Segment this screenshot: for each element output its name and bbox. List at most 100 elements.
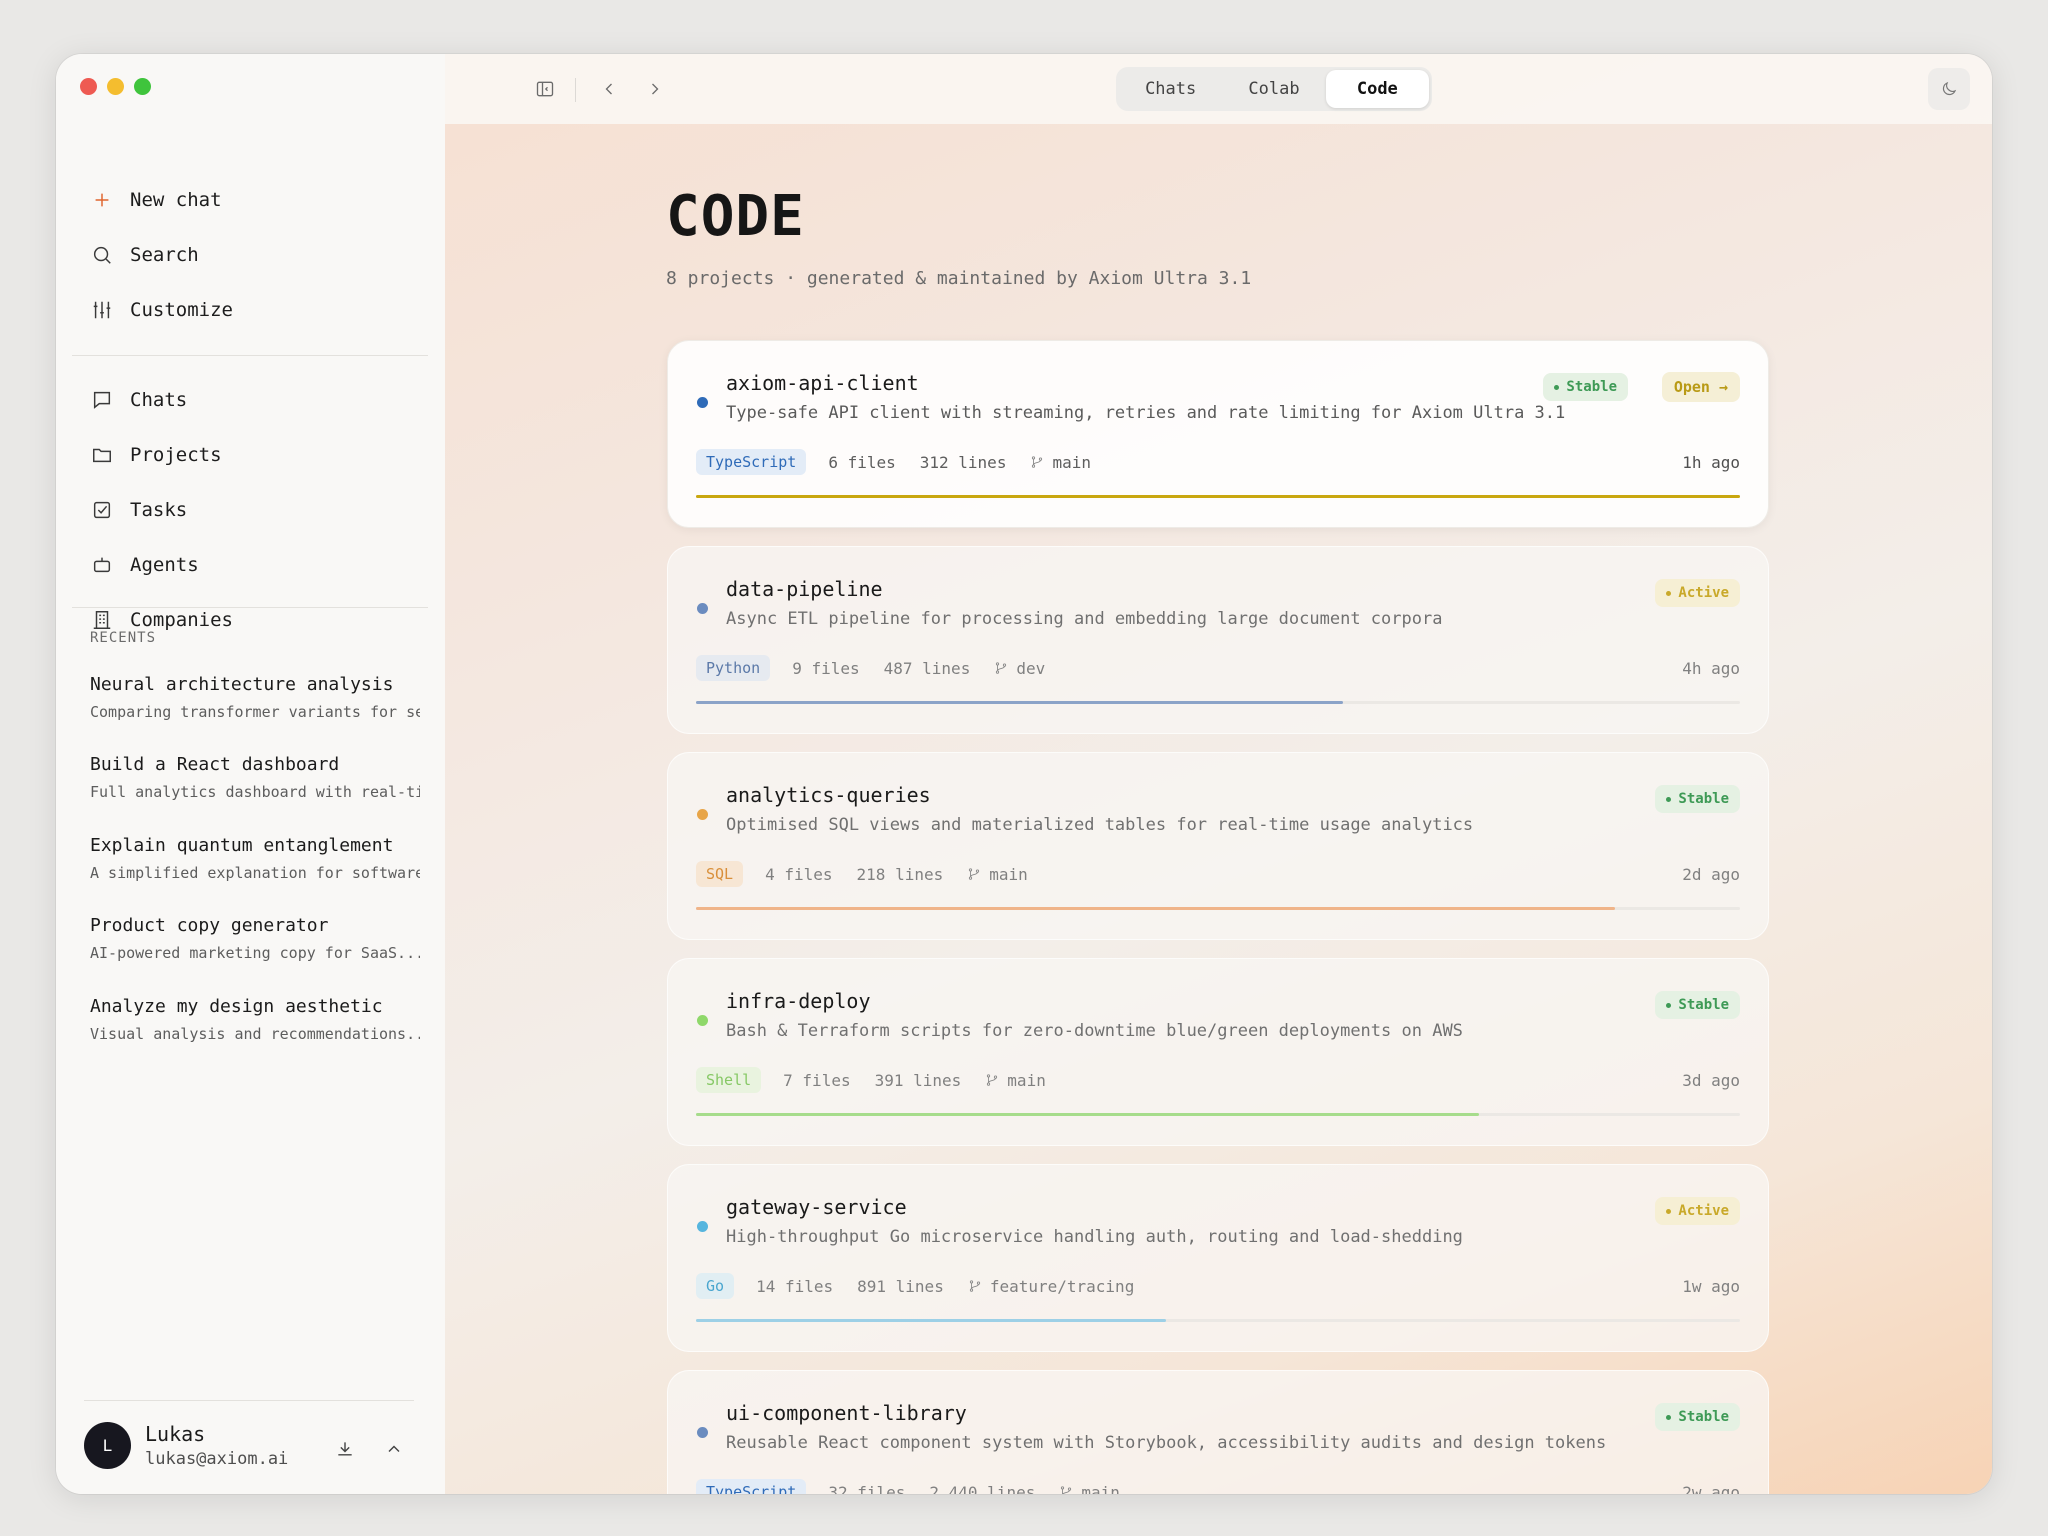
project-name: data-pipeline — [726, 577, 883, 601]
sidebar-item-label: Projects — [130, 443, 222, 466]
avatar: L — [84, 1422, 131, 1469]
line-count: 312 lines — [919, 452, 1007, 472]
mode-switcher: Chats Colab Code — [1116, 67, 1432, 111]
language-tag: Python — [696, 655, 771, 681]
sidebar-item-label: Companies — [130, 608, 233, 631]
theme-toggle-button[interactable] — [1928, 68, 1970, 110]
close-window-button[interactable] — [80, 78, 97, 95]
progress-fill — [696, 1113, 1479, 1116]
project-name: ui-component-library — [726, 1401, 967, 1425]
branch: dev — [994, 659, 1045, 678]
project-card[interactable]: gateway-service High-throughput Go micro… — [667, 1164, 1769, 1352]
sidebar-item-tasks[interactable]: Tasks — [72, 482, 428, 537]
sidebar-item-projects[interactable]: Projects — [72, 427, 428, 482]
toggle-sidebar-button[interactable] — [530, 74, 560, 104]
project-status-dot — [697, 603, 708, 614]
project-meta: Python 9 files 487 lines dev — [696, 655, 1045, 681]
checkbox-icon — [90, 498, 114, 522]
updated-time: 2d ago — [1682, 865, 1740, 884]
status-badge: Stable — [1655, 991, 1740, 1019]
recent-chat-item[interactable]: Product copy generator AI-powered market… — [90, 915, 420, 962]
git-branch-icon — [996, 662, 1007, 674]
project-description: Bash & Terraform scripts for zero-downti… — [726, 1021, 1463, 1041]
sidebar-item-chats[interactable]: Chats — [72, 372, 428, 427]
project-description: Reusable React component system with Sto… — [726, 1433, 1607, 1453]
search-icon — [90, 243, 114, 267]
sidebar-toggle-icon — [536, 81, 554, 97]
open-project-button[interactable]: Open → — [1661, 372, 1740, 402]
git-branch-icon — [969, 868, 980, 880]
moon-icon — [1942, 81, 1957, 96]
project-card[interactable]: axiom-api-client Type-safe API client wi… — [667, 340, 1769, 528]
app-window: New chat Search Customize Chats Projects… — [56, 54, 1992, 1494]
minimize-window-button[interactable] — [107, 78, 124, 95]
branch: feature/tracing — [968, 1276, 1135, 1296]
language-tag: Shell — [696, 1067, 762, 1093]
window-controls — [80, 78, 151, 95]
sidebar-divider — [72, 355, 428, 356]
branch: main — [985, 1071, 1046, 1090]
project-card[interactable]: data-pipeline Async ETL pipeline for pro… — [667, 546, 1769, 734]
recent-chat-item[interactable]: Neural architecture analysis Comparing t… — [90, 674, 420, 721]
new-chat-label: New chat — [130, 188, 222, 211]
sidebar-divider — [72, 607, 428, 608]
sidebar-nav: Chats Projects Tasks Agents Companies — [72, 372, 428, 647]
language-tag: SQL — [696, 861, 744, 887]
file-count: 6 files — [828, 452, 896, 472]
zoom-window-button[interactable] — [134, 78, 151, 95]
progress-fill — [696, 1319, 1166, 1322]
back-button[interactable] — [594, 74, 624, 104]
recent-chat-item[interactable]: Build a React dashboard Full analytics d… — [90, 754, 420, 801]
project-status-dot — [697, 397, 708, 408]
branch-name: feature/tracing — [989, 1276, 1135, 1296]
recent-chat-item[interactable]: Analyze my design aesthetic Visual analy… — [90, 996, 420, 1043]
project-card[interactable]: analytics-queries Optimised SQL views an… — [667, 752, 1769, 940]
user-profile[interactable]: L Lukas lukas@axiom.ai — [84, 1422, 288, 1469]
line-count: 218 lines — [856, 864, 944, 884]
sidebar-item-label: Chats — [130, 388, 188, 411]
user-name: Lukas — [145, 1422, 206, 1446]
git-branch-icon — [987, 1074, 998, 1086]
plus-icon — [90, 188, 114, 212]
sliders-icon — [90, 298, 114, 322]
recent-chat-subtitle: Full analytics dashboard with real-time.… — [90, 783, 420, 801]
progress-track — [696, 907, 1740, 910]
recent-chat-item[interactable]: Explain quantum entanglement A simplifie… — [90, 835, 420, 882]
tab-colab[interactable]: Colab — [1222, 70, 1325, 108]
expand-user-menu-button[interactable] — [379, 1434, 409, 1464]
status-badge: Active — [1655, 579, 1740, 607]
language-tag: Go — [696, 1273, 735, 1299]
toolbar-separator — [575, 78, 576, 102]
chevron-right-icon — [652, 83, 659, 95]
sidebar-item-agents[interactable]: Agents — [72, 537, 428, 592]
search-button[interactable]: Search — [72, 227, 428, 282]
status-badge: Stable — [1655, 785, 1740, 813]
status-dot-icon — [1554, 384, 1560, 390]
page-title: CODE — [666, 184, 805, 249]
project-card[interactable]: infra-deploy Bash & Terraform scripts fo… — [667, 958, 1769, 1146]
line-count: 2,440 lines — [929, 1482, 1036, 1495]
tab-code[interactable]: Code — [1325, 70, 1429, 108]
progress-fill — [696, 907, 1615, 910]
download-button[interactable] — [330, 1434, 360, 1464]
tab-chats[interactable]: Chats — [1119, 70, 1222, 108]
recent-chat-title: Build a React dashboard — [90, 754, 340, 775]
chevron-up-icon — [388, 1445, 400, 1453]
status-badge-label: Stable — [1678, 997, 1729, 1013]
project-card[interactable]: ui-component-library Reusable React comp… — [667, 1370, 1769, 1494]
line-count: 487 lines — [883, 658, 971, 678]
language-tag: TypeScript — [696, 1479, 807, 1494]
chevron-left-icon — [605, 83, 612, 95]
project-meta: SQL 4 files 218 lines main — [696, 861, 1028, 887]
git-branch-icon — [969, 1280, 980, 1292]
forward-button[interactable] — [640, 74, 670, 104]
status-badge-label: Stable — [1678, 1409, 1729, 1425]
recent-chat-title: Analyze my design aesthetic — [90, 996, 383, 1017]
updated-time: 3d ago — [1682, 1071, 1740, 1090]
status-dot-icon — [1666, 1414, 1672, 1420]
file-count: 7 files — [783, 1070, 851, 1090]
customize-button[interactable]: Customize — [72, 282, 428, 337]
branch-name: dev — [1016, 658, 1046, 678]
branch-name: main — [989, 864, 1028, 884]
new-chat-button[interactable]: New chat — [72, 172, 428, 227]
